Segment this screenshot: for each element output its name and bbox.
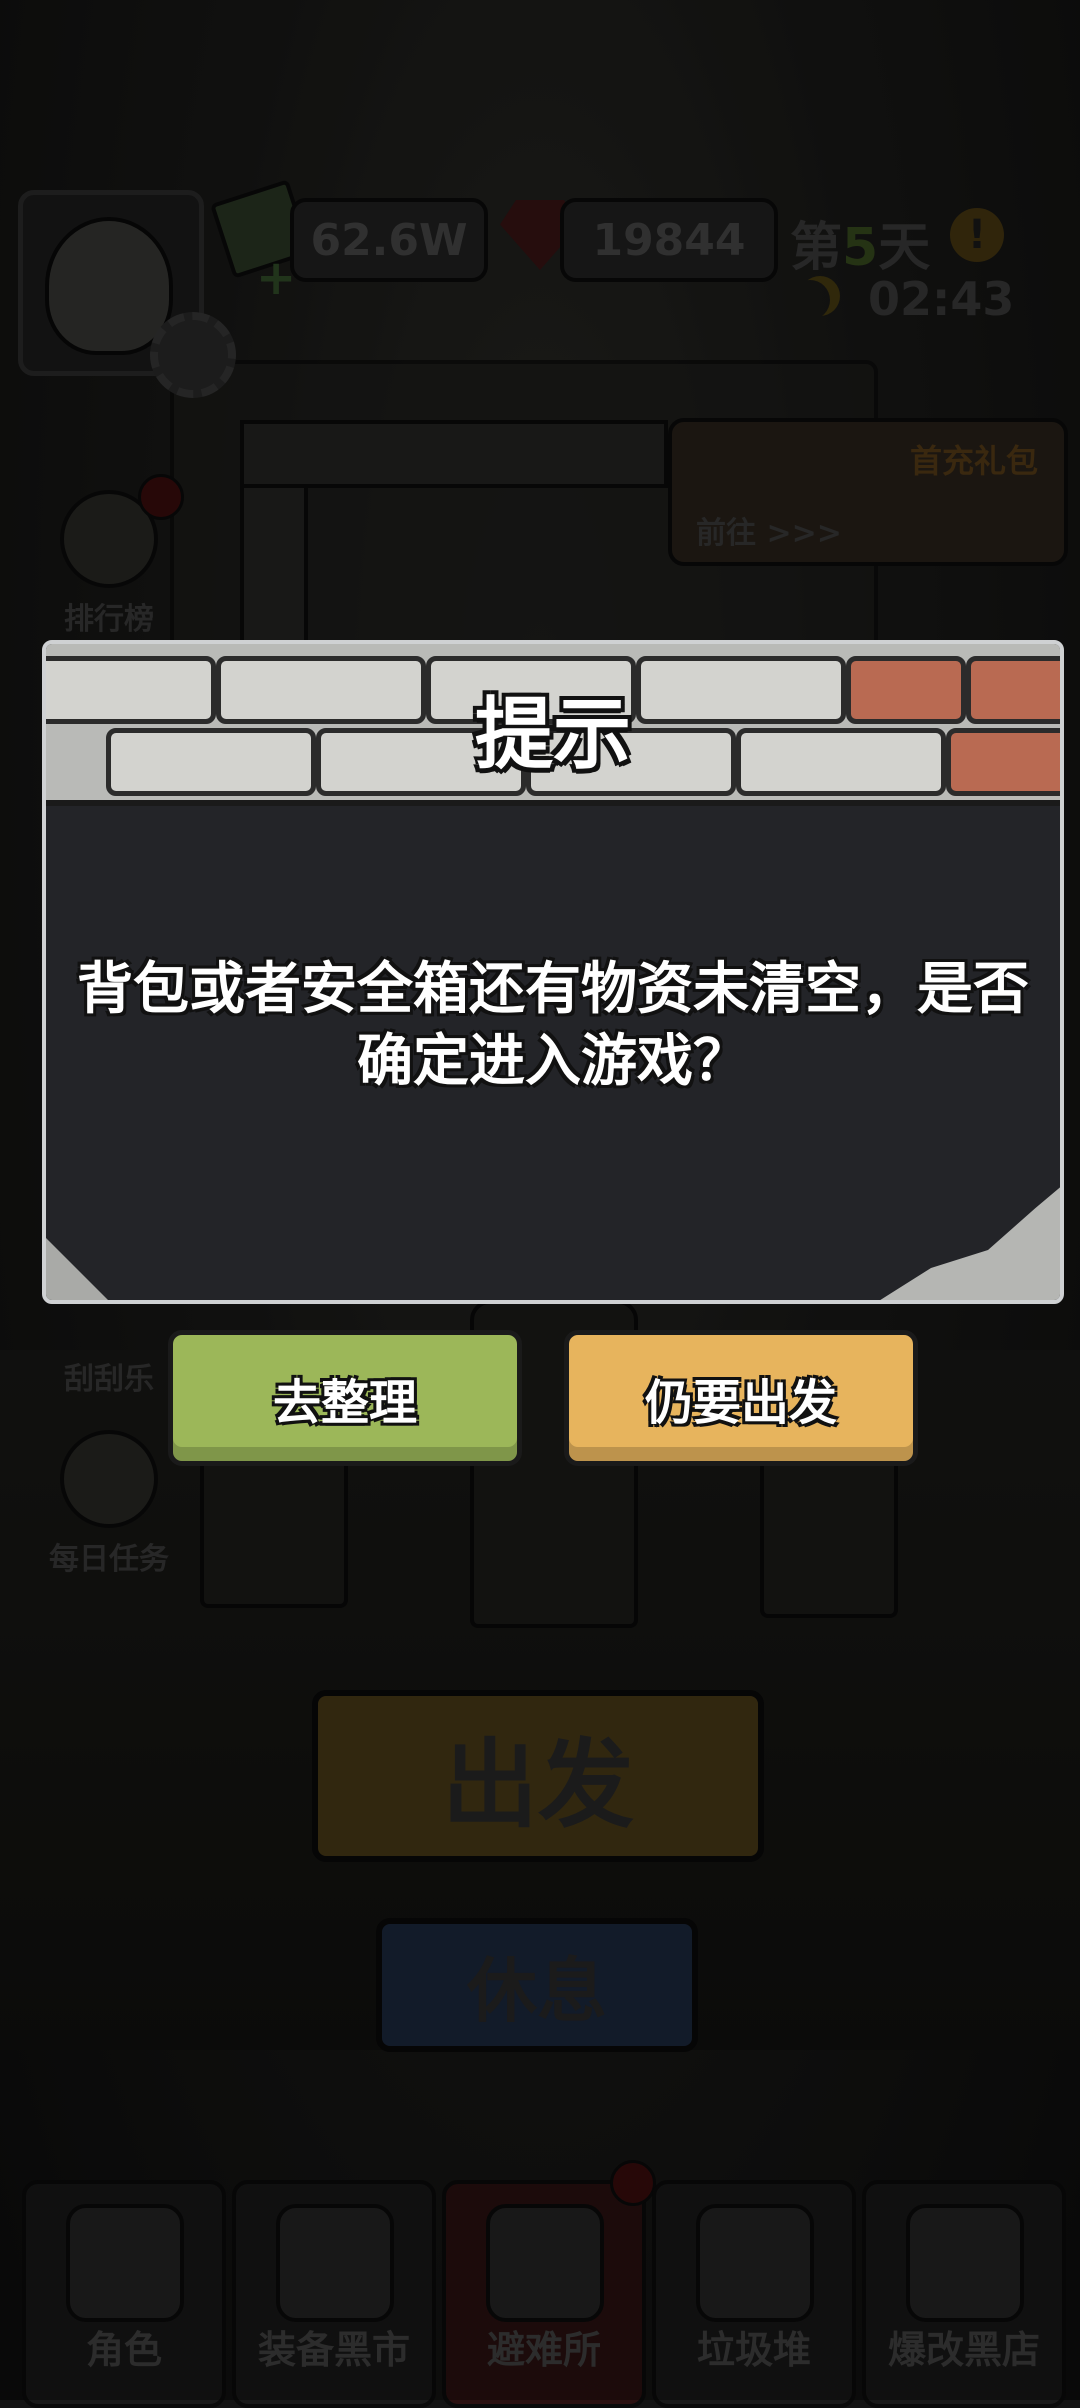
depart-anyway-button[interactable]: 仍要出发 xyxy=(564,1330,918,1466)
dialog-title: 提示 xyxy=(474,690,631,780)
cracked-corner-decoration xyxy=(874,1184,1060,1300)
dialog-message: 背包或者安全箱还有物资未清空，是否确定进入游戏？ xyxy=(77,957,1029,1094)
dialog-header: 提示 xyxy=(46,644,1060,806)
cracked-corner-decoration-left xyxy=(46,1234,112,1300)
prompt-dialog: 提示 背包或者安全箱还有物资未清空，是否确定进入游戏？ xyxy=(42,640,1064,1304)
go-organize-button[interactable]: 去整理 xyxy=(168,1330,522,1466)
